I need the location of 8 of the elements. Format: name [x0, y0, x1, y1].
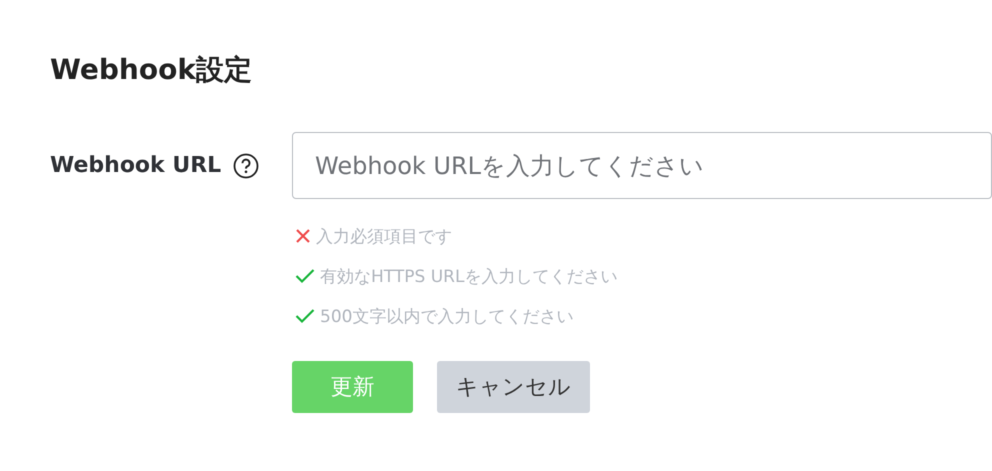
field-label: Webhook URL: [50, 153, 222, 178]
page-title: Webhook設定: [50, 52, 253, 88]
validation-message: 入力必須項目です: [316, 226, 452, 248]
validation-message: 500文字以内で入力してください: [320, 306, 574, 328]
cancel-button[interactable]: キャンセル: [437, 361, 590, 413]
validation-message: 有効なHTTPS URLを入力してください: [320, 266, 618, 288]
url-field[interactable]: Webhook URLを入力してください: [292, 132, 992, 199]
help-icon[interactable]: [233, 152, 260, 178]
